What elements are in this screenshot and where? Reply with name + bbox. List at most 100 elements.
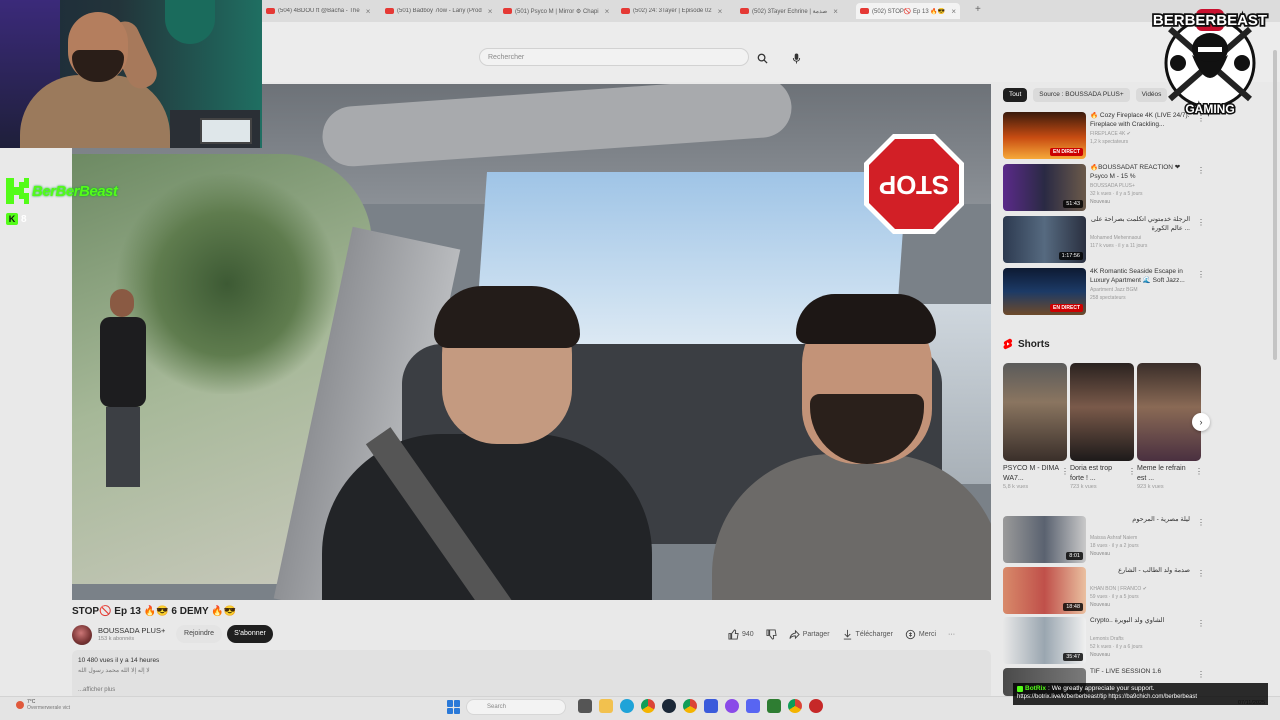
recommendation-title[interactable]: 🔥BOUSSADAT REACTION ❤ Psyco M - 15 % [1090,164,1190,181]
channel-name[interactable]: BOUSSADA PLUS+ [98,626,165,635]
chevron-right-icon[interactable]: › [1192,413,1210,431]
scrollbar-thumb[interactable] [1273,50,1277,360]
video-actions: 940 Partager Télécharger Merci ··· [722,625,961,643]
chrome-icon[interactable] [641,699,655,713]
recommendation-item[interactable]: EN DIRECT 4K Romantic Seaside Escape in … [1003,268,1205,316]
video-thumbnail[interactable]: 18:48 [1003,567,1086,614]
like-button[interactable]: 940 [722,625,760,643]
recommendation-item[interactable]: 35:47 Crypto.. الشاوي ولد البويرة Lemoni… [1003,617,1205,665]
recommendation-title[interactable]: صدمة ولد الطالب - الشارع [1090,567,1190,576]
kick-small-icon: K [6,213,18,225]
short-title[interactable]: Doria est trop forte ! ... [1070,464,1126,484]
more-options-icon[interactable]: ⋮ [1197,270,1205,279]
recommendation-title[interactable]: 4K Romantic Seaside Escape in Luxury Apa… [1090,268,1190,285]
more-options-icon[interactable]: ⋮ [1128,467,1136,476]
search-icon [757,53,768,64]
video-thumbnail[interactable]: 8:01 [1003,516,1086,563]
close-icon[interactable]: × [718,7,723,16]
more-icon: ··· [948,630,956,638]
chrome-icon[interactable] [788,699,802,713]
short-item[interactable]: Meme le refrain est ... 923 k vues ⋮ [1137,363,1203,490]
obs-icon[interactable] [809,699,823,713]
short-thumbnail[interactable] [1137,363,1201,461]
recommendation-item[interactable]: 18:48 صدمة ولد الطالب - الشارع KHAN BON … [1003,567,1205,615]
more-options-icon[interactable]: ⋮ [1197,166,1205,175]
recommendation-item[interactable]: 51:43 🔥BOUSSADAT REACTION ❤ Psyco M - 15… [1003,164,1205,212]
description-box[interactable] [72,650,991,700]
video-thumbnail[interactable]: EN DIRECT [1003,112,1086,159]
taskbar-apps [578,699,823,713]
browser-tab[interactable]: (504) 4BDOU ft @Bacha - The × [266,3,370,19]
more-options-icon[interactable]: ⋮ [1061,467,1069,476]
weather-icon [16,701,24,709]
video-thumbnail[interactable]: 1:17:56 [1003,216,1086,263]
video-thumbnail[interactable]: EN DIRECT [1003,268,1086,315]
thanks-button[interactable]: Merci [899,625,942,643]
more-options-icon[interactable]: ⋮ [1197,569,1205,578]
video-thumbnail[interactable]: 35:47 [1003,617,1086,664]
search-button[interactable] [752,50,772,66]
windows-start-icon[interactable] [447,700,461,714]
video-frame-pedestrian [92,289,152,489]
browser-tab[interactable]: (502) 24: 3Tayer | Episode 02 × [621,3,722,19]
edge-icon[interactable] [620,699,634,713]
search-input[interactable]: Rechercher [479,48,749,66]
dislike-button[interactable] [760,625,783,643]
recommendation-channel: KHAN BON | FRANCO ✔ [1090,586,1147,592]
mail-icon[interactable] [704,699,718,713]
short-item[interactable]: Doria est trop forte ! ... 723 k vues ⋮ [1070,363,1136,490]
short-thumbnail[interactable] [1003,363,1067,461]
more-actions-button[interactable]: ··· [942,625,961,643]
bot-name: BotRix [1025,685,1046,692]
short-title[interactable]: PSYCO M - DIMA WA7... [1003,464,1059,484]
short-item[interactable]: PSYCO M - DIMA WA7... 5,8 k vues ⋮ [1003,363,1069,490]
close-icon[interactable]: × [951,7,956,16]
messenger-icon[interactable] [725,699,739,713]
browser-tab-active[interactable]: (502) STOP🚫 Ep 13 🔥😎 × [856,3,960,19]
recommendation-stats: 18 vues · il y a 2 jours [1090,543,1139,549]
more-options-icon[interactable]: ⋮ [1197,670,1205,679]
more-options-icon[interactable]: ⋮ [1195,467,1203,476]
more-options-icon[interactable]: ⋮ [1197,518,1205,527]
terminal-icon[interactable] [767,699,781,713]
video-thumbnail[interactable]: 51:43 [1003,164,1086,211]
discord-icon[interactable] [746,699,760,713]
video-player[interactable]: STOP [72,84,991,600]
steam-icon[interactable] [662,699,676,713]
avatar[interactable] [72,625,92,645]
chip-source[interactable]: Source : BOUSSADA PLUS+ [1033,88,1130,102]
recommendation-item[interactable]: 8:01 ليلة مصرية - المرحوم Maissa Ashraf … [1003,516,1205,564]
file-explorer-icon[interactable] [599,699,613,713]
stop-sign-icon: STOP [864,134,964,234]
chip-all[interactable]: Tout [1003,88,1028,102]
more-options-icon[interactable]: ⋮ [1197,619,1205,628]
show-more-link[interactable]: ...afficher plus [78,687,115,693]
more-options-icon[interactable]: ⋮ [1197,218,1205,227]
task-view-icon[interactable] [578,699,592,713]
chrome-icon[interactable] [683,699,697,713]
recommendation-title[interactable]: الرجلة خدمتوني اتكلمت بصراحة على ... عال… [1090,216,1190,233]
svg-text:BERBERBEAST: BERBERBEAST [1153,12,1267,29]
short-title[interactable]: Meme le refrain est ... [1137,464,1193,484]
weather-widget[interactable]: 7°C Overmerwerale vict [16,699,70,711]
close-icon[interactable]: × [488,7,493,16]
browser-tab[interactable]: (501) Badboy 7low - Lany (Prod × [385,3,492,19]
browser-tab[interactable]: (502) 3Tayer Echrine | صدمة × [740,3,838,19]
share-button[interactable]: Partager [783,625,836,643]
subscribe-button[interactable]: S'abonner [227,625,273,643]
new-tab-button[interactable]: + [975,4,981,15]
short-thumbnail[interactable] [1070,363,1134,461]
recommendation-title[interactable]: Crypto.. الشاوي ولد البويرة [1090,617,1190,626]
close-icon[interactable]: × [605,7,610,16]
sidebar-filter-chips: Tout Source : BOUSSADA PLUS+ Vidéos [1003,88,1168,102]
voice-search-button[interactable] [788,50,804,66]
taskbar-search-input[interactable]: Search [466,699,566,715]
close-icon[interactable]: × [366,7,371,16]
download-button[interactable]: Télécharger [836,625,899,643]
recommendation-title[interactable]: TIF - LIVE SESSION 1.6 [1090,668,1190,677]
recommendation-title[interactable]: ليلة مصرية - المرحوم [1090,516,1190,525]
recommendation-item[interactable]: 1:17:56 الرجلة خدمتوني اتكلمت بصراحة على… [1003,216,1205,264]
close-icon[interactable]: × [833,7,838,16]
join-button[interactable]: Rejoindre [176,625,222,643]
browser-tab[interactable]: (501) Psyco M | Mirror ⚙ Chapi × [503,3,609,19]
